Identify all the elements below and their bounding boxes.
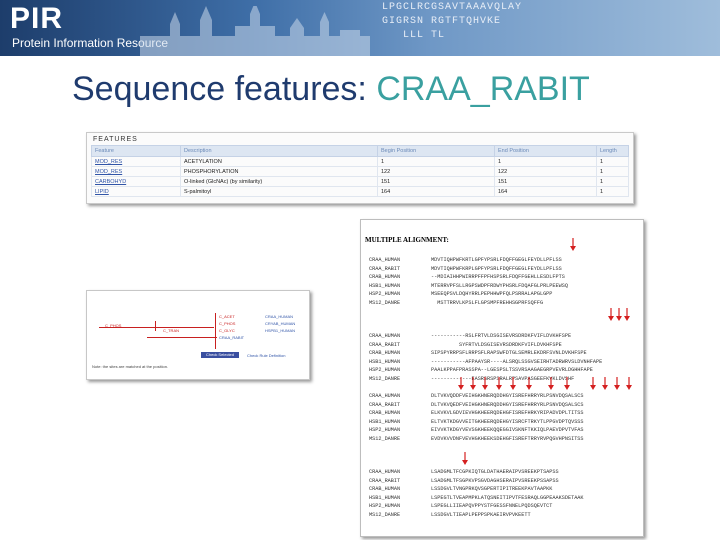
site-arrow-icon [564,377,570,390]
check-rule-definition-link[interactable]: Check Rule Definition [247,353,285,358]
rule-label[interactable]: C_PHOS [105,323,121,328]
site-arrow-icon [458,377,464,390]
sequence-label[interactable]: CRAA_HUMAN [265,314,293,319]
site-arrow-icon [482,377,488,390]
column-header[interactable]: Begin Position [377,145,495,157]
table-row: MOD_RES PHOSPHORYLATION 122 122 1 [91,166,629,177]
site-arrow-icon [626,377,632,390]
slide-title-prefix: Sequence features: [72,70,377,108]
table-cell: 164 [494,186,597,197]
site-markers [458,238,632,465]
site-arrow-icon [548,377,554,390]
match-tick [155,321,156,331]
table-cell: PHOSPHORYLATION [180,166,378,177]
site-arrow-icon [462,452,468,465]
table-cell: ACETYLATION [180,156,378,167]
site-arrow-icon [590,377,596,390]
match-line [147,337,217,338]
table-cell: 122 [494,166,597,177]
site-arrow-icon [496,377,502,390]
slide-title: Sequence features: CRAA_RABIT [72,70,590,109]
site-arrow-icon [526,377,532,390]
site-arrow-icon [608,308,614,321]
check-selected-rules-button[interactable]: Check Selected Rules [201,352,239,363]
column-header[interactable]: End Position [494,145,597,157]
column-header[interactable]: Description [180,145,378,157]
site-arrow-icon [510,377,516,390]
banner-sequence-line: GIGRSN RGTFTQHVKE [382,16,502,27]
table-row: LIPID S-palmitoyl 164 164 1 [91,186,629,197]
site-rule-panel: C_PHOS C_TRAN C_ACET C_PHOS C_GLYC CRAA_… [86,290,310,380]
table-row: MOD_RES ACETYLATION 1 1 1 [91,156,629,167]
features-heading: FEATURES [93,136,138,143]
table-cell: 151 [377,176,495,187]
feature-link[interactable]: MOD_RES [91,166,181,177]
table-header-row: Feature Description Begin Position End P… [91,145,629,157]
feature-link[interactable]: CARBOHYD [91,176,181,187]
banner-sequence-line: LLL TL [382,30,446,41]
feature-link[interactable]: LIPID [91,186,181,197]
castle-icon [140,6,370,56]
multiple-alignment-panel: MULTIPLE ALIGNMENT: CRAA_HUMAN MDVTIQHPWF… [360,219,644,537]
site-arrow-icon [614,377,620,390]
features-table: Feature Description Begin Position End P… [91,145,629,197]
banner-sequence-line: LPGCLRCGSAVTAAAVQLAY [382,2,523,13]
site-arrow-icon [470,377,476,390]
table-cell: O-linked (GlcNAc) (by similarity) [180,176,378,187]
site-arrow-icon [624,308,630,321]
rule-label[interactable]: C_TRAN [163,328,179,333]
pir-logo: PIR [10,2,64,35]
panel-footnote: Note: the sites are matched at the posit… [92,364,169,369]
column-header[interactable]: Feature [91,145,181,157]
sequence-label[interactable]: CRYAB_HUMAN [265,321,295,326]
table-cell: S-palmitoyl [180,186,378,197]
match-bracket [215,313,216,349]
site-arrow-icon [570,238,576,251]
rule-label[interactable]: C_GLYC [219,328,235,333]
sequence-label[interactable]: HSPB1_HUMAN [265,328,295,333]
sequence-label[interactable]: CRAA_RABIT [219,335,244,340]
table-cell: 1 [596,186,629,197]
table-cell: 1 [596,166,629,177]
rule-label[interactable]: C_ACET [219,314,235,319]
slide-title-highlight: CRAA_RABIT [376,70,590,108]
features-panel: FEATURES Feature Description Begin Posit… [86,132,634,204]
table-cell: 164 [377,186,495,197]
table-cell: 151 [494,176,597,187]
table-cell: 122 [377,166,495,177]
rule-label[interactable]: C_PHOS [219,321,235,326]
column-header[interactable]: Length [596,145,629,157]
site-arrow-icon [616,308,622,321]
table-cell: 1 [377,156,495,167]
table-cell: 1 [596,176,629,187]
feature-link[interactable]: MOD_RES [91,156,181,167]
table-cell: 1 [596,156,629,167]
table-row: CARBOHYD O-linked (GlcNAc) (by similarit… [91,176,629,187]
site-arrow-icon [602,377,608,390]
pir-banner: PIR Protein Information Resource LPGCLRC… [0,0,720,56]
table-cell: 1 [494,156,597,167]
